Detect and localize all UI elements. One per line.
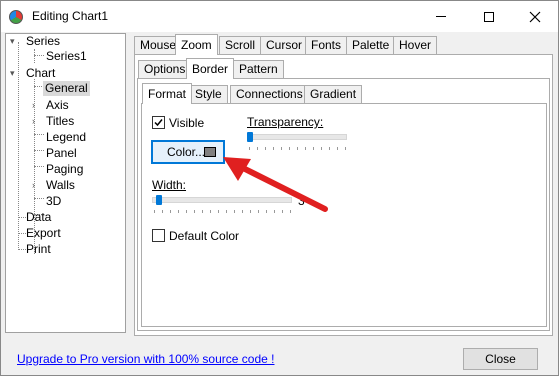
title-bar: Editing Chart1 — [1, 1, 558, 32]
close-window-button[interactable] — [512, 1, 558, 32]
default-color-checkbox[interactable] — [152, 229, 165, 242]
tab-format[interactable]: Format — [142, 83, 193, 104]
tree-item-3d[interactable]: 3D — [46, 194, 61, 209]
tree-item-walls[interactable]: Walls — [46, 178, 75, 193]
transparency-label: Transparency: — [247, 115, 323, 129]
transparency-slider-thumb[interactable] — [247, 132, 253, 142]
expand-chart-icon[interactable]: ▾ — [10, 66, 15, 81]
minimize-button[interactable] — [418, 1, 464, 32]
tab-options[interactable]: Options — [138, 60, 192, 79]
tab-pattern[interactable]: Pattern — [233, 60, 284, 79]
editor-window: Editing Chart1 ▾ Series Series1 ▾ Chart … — [0, 0, 559, 376]
width-label: Width: — [152, 178, 186, 192]
color-swatch — [204, 147, 216, 157]
tab-palette[interactable]: Palette — [346, 36, 396, 55]
minimize-icon — [436, 16, 446, 17]
expand-walls-icon[interactable]: › — [32, 178, 35, 193]
tree-item-series1[interactable]: Series1 — [46, 49, 87, 64]
tree-item-export[interactable]: Export — [26, 226, 61, 241]
tab-hover[interactable]: Hover — [393, 36, 438, 55]
settings-tree[interactable]: ▾ Series Series1 ▾ Chart General › Axis … — [5, 33, 126, 333]
window-title: Editing Chart1 — [32, 9, 109, 23]
tab-scroll[interactable]: Scroll — [219, 36, 262, 55]
tab-zoom[interactable]: Zoom — [175, 34, 218, 55]
color-button-label: Color... — [167, 145, 206, 159]
tab-connections[interactable]: Connections — [230, 85, 309, 104]
checkmark-icon — [154, 119, 163, 127]
expand-axis-icon[interactable]: › — [32, 98, 35, 113]
visible-checkbox[interactable] — [152, 116, 165, 129]
expand-series-icon[interactable]: ▾ — [10, 34, 15, 49]
expand-titles-icon[interactable]: › — [32, 114, 35, 129]
format-tab-bar: Format Style Connections Gradient — [142, 83, 363, 104]
default-color-label: Default Color — [169, 229, 240, 243]
tree-item-print[interactable]: Print — [26, 242, 51, 257]
tree-item-paging[interactable]: Paging — [46, 162, 83, 177]
upgrade-link[interactable]: Upgrade to Pro version with 100% source … — [17, 352, 274, 366]
tree-item-panel[interactable]: Panel — [46, 146, 77, 161]
width-slider-thumb[interactable] — [156, 195, 162, 205]
top-tab-bar: Mouse Zoom Scroll Cursor Fonts Palette H… — [134, 34, 554, 55]
tree-item-chart[interactable]: Chart — [26, 66, 55, 81]
maximize-button[interactable] — [466, 1, 512, 32]
close-button[interactable]: Close — [463, 348, 538, 370]
annotation-arrow-icon — [223, 157, 328, 212]
tree-item-axis[interactable]: Axis — [46, 98, 69, 113]
app-icon — [9, 10, 23, 24]
tree-item-series[interactable]: Series — [26, 34, 60, 49]
tab-cursor[interactable]: Cursor — [260, 36, 309, 55]
tab-style[interactable]: Style — [189, 85, 228, 104]
border-tab-bar: Options Border Pattern — [138, 58, 338, 79]
visible-label: Visible — [169, 116, 205, 130]
maximize-icon — [484, 11, 494, 22]
close-icon — [529, 11, 541, 22]
color-button[interactable]: Color... — [151, 140, 225, 164]
tab-gradient[interactable]: Gradient — [304, 85, 363, 104]
transparency-ticks — [249, 147, 347, 150]
tree-item-data[interactable]: Data — [26, 210, 51, 225]
tab-fonts[interactable]: Fonts — [305, 36, 348, 55]
tree-item-titles[interactable]: Titles — [46, 114, 74, 129]
tree-item-general[interactable]: General — [43, 81, 90, 96]
tree-item-legend[interactable]: Legend — [46, 130, 86, 145]
tab-border[interactable]: Border — [186, 58, 235, 79]
transparency-slider-track[interactable] — [247, 134, 347, 140]
transparency-label-text: Transparency: — [247, 115, 324, 129]
width-label-text: Width: — [152, 178, 187, 192]
